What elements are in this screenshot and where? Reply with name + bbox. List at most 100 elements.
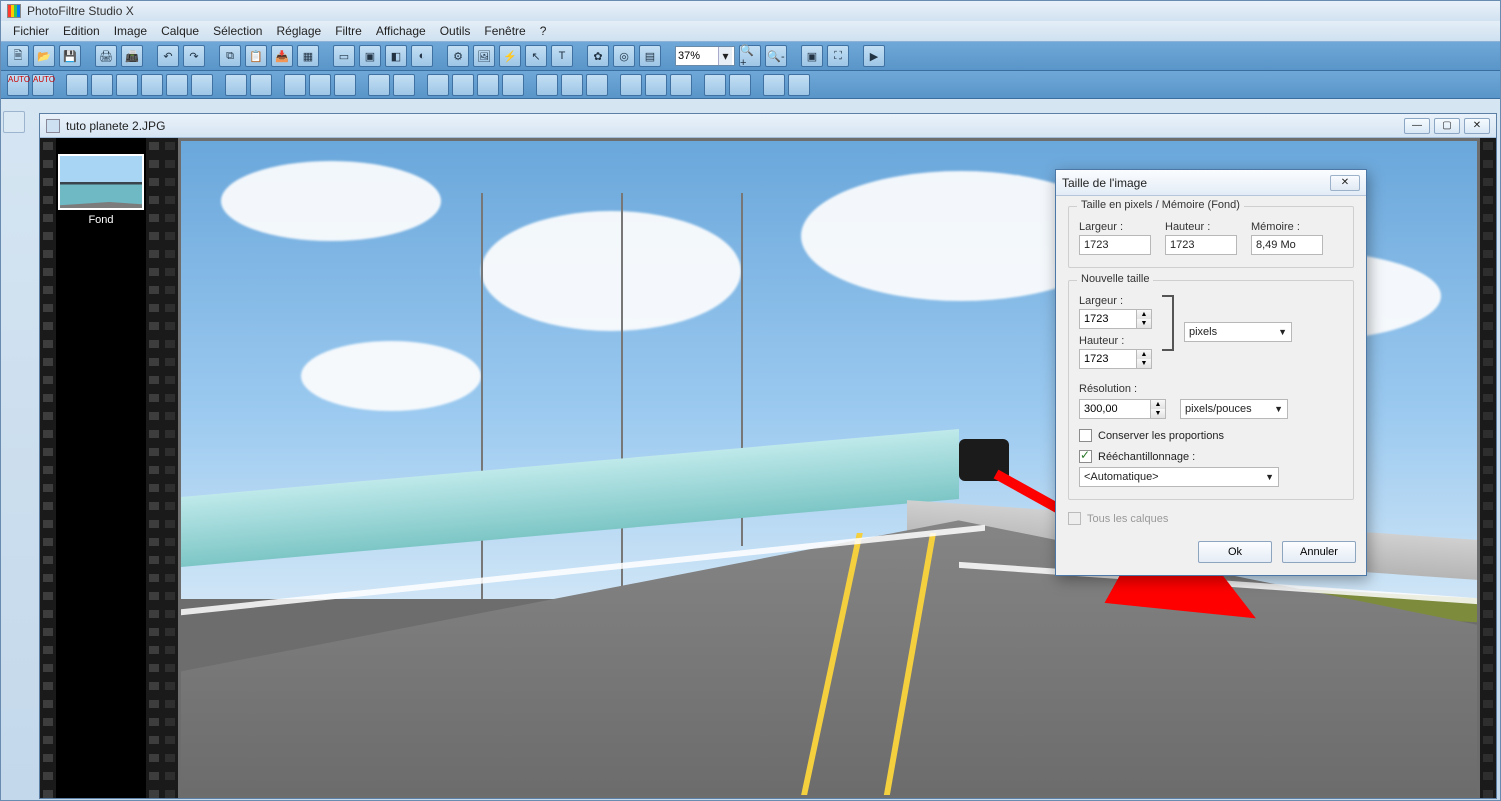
redo-icon[interactable]: ↷: [183, 45, 205, 67]
new-width-input[interactable]: [1079, 309, 1137, 329]
fit-window-icon[interactable]: ▣: [801, 45, 823, 67]
canvas-size-icon[interactable]: ▣: [359, 45, 381, 67]
width-spinner[interactable]: ▲▼: [1137, 309, 1152, 329]
scanner-icon[interactable]: 📠: [121, 45, 143, 67]
brightness-plus-icon[interactable]: [91, 74, 113, 96]
resample-checkbox[interactable]: [1079, 450, 1092, 463]
resolution-input[interactable]: [1079, 399, 1151, 419]
resample-mode-select[interactable]: <Automatique> ▼: [1079, 467, 1279, 487]
rotate-right-icon[interactable]: [788, 74, 810, 96]
resolution-spin-up[interactable]: ▲: [1151, 400, 1165, 409]
soften-icon[interactable]: [477, 74, 499, 96]
brightness-minus-icon[interactable]: [66, 74, 88, 96]
image-size-icon[interactable]: ▭: [333, 45, 355, 67]
auto-contrast-icon[interactable]: AUTO: [32, 74, 54, 96]
automate-icon[interactable]: ⚡: [499, 45, 521, 67]
saturation-plus-icon[interactable]: [250, 74, 272, 96]
gradient-icon[interactable]: [620, 74, 642, 96]
new-file-icon[interactable]: 🗎: [7, 45, 29, 67]
menu-help[interactable]: ?: [534, 22, 553, 40]
flip-vertical-icon[interactable]: [729, 74, 751, 96]
zoom-out-icon[interactable]: 🔍-: [765, 45, 787, 67]
module-icon[interactable]: [670, 74, 692, 96]
app-title: PhotoFiltre Studio X: [27, 4, 134, 18]
menu-affichage[interactable]: Affichage: [370, 22, 432, 40]
histogram-icon[interactable]: [284, 74, 306, 96]
fullscreen-icon[interactable]: ⛶: [827, 45, 849, 67]
resolution-unit-select[interactable]: pixels/pouces ▼: [1180, 399, 1288, 419]
noise-icon[interactable]: [586, 74, 608, 96]
layer-thumbnail[interactable]: Fond: [58, 154, 144, 226]
cancel-button[interactable]: Annuler: [1282, 541, 1356, 563]
relief-icon[interactable]: [536, 74, 558, 96]
dust-icon[interactable]: [427, 74, 449, 96]
paste-into-icon[interactable]: 📥: [271, 45, 293, 67]
height-spin-up[interactable]: ▲: [1137, 350, 1151, 359]
edge-icon[interactable]: [561, 74, 583, 96]
image-explorer-icon[interactable]: 🖼: [473, 45, 495, 67]
menu-fichier[interactable]: Fichier: [7, 22, 55, 40]
menu-selection[interactable]: Sélection: [207, 22, 268, 40]
sepia-icon[interactable]: [393, 74, 415, 96]
photomask-icon[interactable]: ◎: [613, 45, 635, 67]
menu-filtre[interactable]: Filtre: [329, 22, 368, 40]
minimize-button[interactable]: —: [1404, 118, 1430, 134]
save-icon[interactable]: 💾: [59, 45, 81, 67]
photomasque-icon[interactable]: [645, 74, 667, 96]
hue-icon[interactable]: [309, 74, 331, 96]
color-balance-icon[interactable]: [334, 74, 356, 96]
menu-calque[interactable]: Calque: [155, 22, 205, 40]
undo-icon[interactable]: ↶: [157, 45, 179, 67]
slideshow-icon[interactable]: ▶: [863, 45, 885, 67]
pick-icon[interactable]: ↖: [525, 45, 547, 67]
height-spinner[interactable]: ▲▼: [1137, 349, 1152, 369]
ok-button[interactable]: Ok: [1198, 541, 1272, 563]
maximize-button[interactable]: ▢: [1434, 118, 1460, 134]
resolution-spinner[interactable]: ▲▼: [1151, 399, 1166, 419]
open-file-icon[interactable]: 📂: [33, 45, 55, 67]
height-readonly: 1723: [1165, 235, 1237, 255]
close-button[interactable]: ✕: [1464, 118, 1490, 134]
paste-icon[interactable]: 📋: [245, 45, 267, 67]
text-icon[interactable]: T: [551, 45, 573, 67]
sharpen-icon[interactable]: [502, 74, 524, 96]
new-height-input[interactable]: [1079, 349, 1137, 369]
color-mode-icon[interactable]: ◧: [385, 45, 407, 67]
zoom-in-icon[interactable]: 🔍+: [739, 45, 761, 67]
zoom-combo[interactable]: ▾: [675, 46, 735, 66]
menu-image[interactable]: Image: [108, 22, 153, 40]
menu-reglage[interactable]: Réglage: [270, 22, 327, 40]
dialog-titlebar[interactable]: Taille de l'image ✕: [1056, 170, 1366, 196]
size-unit-select[interactable]: pixels ▼: [1184, 322, 1292, 342]
menu-fenetre[interactable]: Fenêtre: [478, 22, 531, 40]
rotate-left-icon[interactable]: [763, 74, 785, 96]
copy-icon[interactable]: ⧉: [219, 45, 241, 67]
contrast-minus-icon[interactable]: [116, 74, 138, 96]
menu-edition[interactable]: Edition: [57, 22, 106, 40]
dialog-close-button[interactable]: ✕: [1330, 175, 1360, 191]
rgb-icon[interactable]: ▦: [297, 45, 319, 67]
toggle-layers-icon[interactable]: [3, 111, 25, 133]
saturation-minus-icon[interactable]: [225, 74, 247, 96]
transparency-icon[interactable]: ◐: [411, 45, 433, 67]
chevron-down-icon[interactable]: ▾: [718, 47, 732, 65]
plugin-icon[interactable]: ▤: [639, 45, 661, 67]
grayscale-icon[interactable]: [368, 74, 390, 96]
contrast-plus-icon[interactable]: [141, 74, 163, 96]
print-icon[interactable]: 🖨: [95, 45, 117, 67]
height-spin-down[interactable]: ▼: [1137, 359, 1151, 368]
keep-proportions-checkbox[interactable]: [1079, 429, 1092, 442]
gamma-minus-icon[interactable]: [166, 74, 188, 96]
blur-icon[interactable]: [452, 74, 474, 96]
resolution-spin-down[interactable]: ▼: [1151, 409, 1165, 418]
flip-horizontal-icon[interactable]: [704, 74, 726, 96]
gamma-plus-icon[interactable]: [191, 74, 213, 96]
auto-levels-icon[interactable]: AUTO: [7, 74, 29, 96]
width-spin-down[interactable]: ▼: [1137, 319, 1151, 328]
width-spin-up[interactable]: ▲: [1137, 310, 1151, 319]
nozzle-icon[interactable]: ✿: [587, 45, 609, 67]
zoom-input[interactable]: [676, 50, 718, 62]
menu-outils[interactable]: Outils: [434, 22, 477, 40]
height-label: Hauteur :: [1165, 221, 1237, 233]
preferences-icon[interactable]: ⚙: [447, 45, 469, 67]
